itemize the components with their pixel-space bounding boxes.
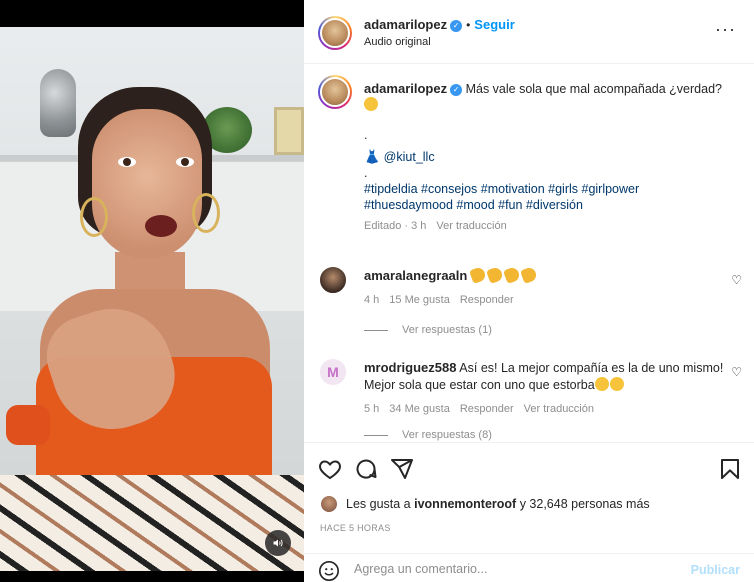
- author-line: adamarilopez ✓ • Seguir: [364, 17, 515, 32]
- audio-label[interactable]: Audio original: [364, 36, 431, 48]
- emoji-icon: [364, 97, 378, 111]
- person-face: [92, 109, 202, 259]
- comment-avatar[interactable]: M: [318, 357, 348, 387]
- volume-button[interactable]: [265, 530, 291, 556]
- bookmark-icon[interactable]: [718, 457, 742, 481]
- likes-user[interactable]: ivonnemonteroof: [414, 497, 516, 511]
- person-eye-left: [118, 157, 136, 167]
- person-mouth: [145, 215, 177, 237]
- post-time[interactable]: HACE 5 HORAS: [320, 523, 391, 533]
- view-replies[interactable]: Ver respuestas (1): [364, 324, 492, 336]
- emoji-icon[interactable]: [318, 560, 340, 582]
- publish-button[interactable]: Publicar: [691, 563, 740, 577]
- comment-meta: 4 h 15 Me gusta Responder: [364, 292, 724, 309]
- post-panel: adamarilopez ✓ • Seguir Audio original ··· …: [304, 0, 754, 582]
- hashtags-line-1[interactable]: #tipdeldia #consejos #motivation #girls …: [364, 182, 639, 196]
- clap-icon: [502, 266, 521, 284]
- comments-section[interactable]: adamarilopez ✓ Más vale sola que mal acom…: [304, 65, 754, 441]
- clap-icon: [485, 266, 504, 284]
- author-username[interactable]: adamarilopez: [364, 17, 447, 32]
- separator-dot: •: [466, 18, 471, 32]
- verified-icon: ✓: [450, 19, 463, 32]
- comment-translate[interactable]: Ver traducción: [524, 403, 594, 415]
- person-eye-right: [176, 157, 194, 167]
- post-video[interactable]: [0, 0, 304, 582]
- background-picture: [274, 107, 304, 155]
- add-comment-bar: Publicar: [304, 553, 754, 582]
- caption-avatar[interactable]: [318, 75, 352, 109]
- likes-prefix: Les gusta a: [346, 497, 411, 511]
- caption-text-block: adamarilopez ✓ Más vale sola que mal acom…: [364, 81, 734, 234]
- likes-suffix[interactable]: y 32,648 personas más: [520, 497, 650, 511]
- caption-text: Más vale sola que mal acompañada ¿verdad…: [465, 82, 722, 96]
- comment-text-1: Así es! La mejor compañía es la de uno m…: [459, 361, 724, 375]
- comment-body: mrodriguez588 Así es! La mejor compañía …: [364, 359, 724, 418]
- caption-translate[interactable]: Ver traducción: [436, 220, 506, 232]
- earring-right: [192, 193, 220, 233]
- comment-likes[interactable]: 34 Me gusta: [389, 403, 450, 415]
- heart-icon[interactable]: ♡: [731, 273, 742, 287]
- comment-time: 5 h: [364, 403, 380, 415]
- volume-icon: [273, 539, 283, 547]
- comment-time: 4 h: [364, 294, 380, 306]
- caption-dot-2: .: [364, 166, 368, 180]
- more-icon[interactable]: ···: [715, 20, 736, 38]
- earring-left: [80, 197, 108, 237]
- follow-button[interactable]: Seguir: [474, 17, 514, 32]
- laughing-icon: [594, 377, 609, 391]
- comment-username[interactable]: mrodriguez588: [364, 360, 456, 375]
- dress-icon: 👗: [364, 149, 381, 164]
- comment-likes[interactable]: 15 Me gusta: [389, 294, 450, 306]
- caption-meta: Editado · 3 h Ver traducción: [364, 218, 734, 234]
- comment-meta: 5 h 34 Me gusta Responder Ver traducción: [364, 401, 724, 418]
- video-frame: [0, 27, 304, 571]
- view-replies[interactable]: Ver respuestas (8): [364, 429, 492, 441]
- comment-body: amaralanegraaln 4 h 15 Me gusta Responder: [364, 266, 724, 309]
- background-vase: [40, 69, 76, 137]
- comment-reply[interactable]: Responder: [460, 294, 514, 306]
- share-icon[interactable]: [390, 457, 414, 481]
- comment-icon[interactable]: [354, 457, 378, 481]
- heart-icon[interactable]: ♡: [731, 365, 742, 379]
- comment-reply[interactable]: Responder: [460, 403, 514, 415]
- comment-avatar[interactable]: [318, 265, 348, 295]
- mention-link[interactable]: @kiut_llc: [384, 150, 435, 164]
- caption-username[interactable]: adamarilopez: [364, 81, 447, 96]
- comment-text-2: Mejor sola que estar con uno que estorba: [364, 378, 595, 392]
- hashtags-line-2[interactable]: #thuesdaymood #mood #fun #diversión: [364, 198, 583, 212]
- post-header: adamarilopez ✓ • Seguir Audio original ···: [304, 0, 754, 64]
- likes-line: Les gusta a ivonnemonteroof y 32,648 per…: [320, 495, 650, 513]
- actions-bar: Les gusta a ivonnemonteroof y 32,648 per…: [304, 442, 754, 582]
- person-bracelet: [6, 405, 50, 445]
- comment-username[interactable]: amaralanegraaln: [364, 268, 467, 283]
- clap-icon: [519, 266, 538, 284]
- clap-icon: [468, 266, 487, 284]
- heart-icon[interactable]: [318, 457, 342, 481]
- person-pants: [0, 475, 304, 571]
- comment-input[interactable]: [354, 562, 684, 576]
- verified-icon: ✓: [450, 83, 463, 96]
- author-avatar[interactable]: [318, 16, 352, 50]
- caption-dot: .: [364, 128, 368, 142]
- caption-edited: Editado · 3 h: [364, 220, 427, 232]
- laughing-icon: [609, 377, 624, 391]
- liker-avatar[interactable]: [320, 495, 338, 513]
